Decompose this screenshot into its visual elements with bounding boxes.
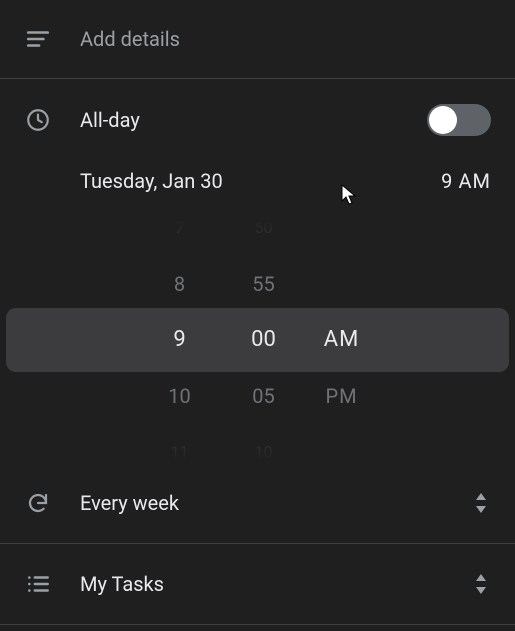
ampm-option: AM	[324, 328, 360, 352]
minute-option: 10	[255, 440, 273, 463]
unfold-icon	[471, 489, 491, 517]
minute-wheel[interactable]: 50 55 00 05 10	[234, 217, 294, 463]
ampm-wheel[interactable]: AM PM	[318, 217, 366, 463]
menu-icon	[24, 25, 52, 53]
clock-icon	[24, 106, 52, 134]
time-button[interactable]: 9 AM	[441, 169, 491, 193]
hour-option: 8	[174, 272, 185, 296]
task-list-label: My Tasks	[80, 572, 471, 596]
toggle-knob	[429, 106, 457, 134]
hour-wheel[interactable]: 7 8 9 10 11	[150, 217, 210, 463]
hour-option: 9	[173, 328, 185, 352]
details-placeholder: Add details	[80, 27, 180, 51]
all-day-label: All-day	[80, 108, 427, 132]
date-time-row: Tuesday, Jan 30 9 AM	[0, 151, 515, 211]
repeat-row[interactable]: Every week	[0, 463, 515, 543]
minute-option: 50	[255, 217, 273, 240]
minute-option: 05	[252, 384, 274, 408]
repeat-label: Every week	[80, 491, 471, 515]
all-day-row: All-day	[0, 79, 515, 151]
ampm-option: PM	[325, 384, 357, 408]
details-row[interactable]: Add details	[0, 0, 515, 78]
time-picker[interactable]: 7 8 9 10 11 50 55 00 05 10 AM PM	[0, 217, 515, 463]
unfold-icon	[471, 570, 491, 598]
date-button[interactable]: Tuesday, Jan 30	[80, 169, 223, 193]
hour-option: 7	[175, 217, 184, 240]
task-list-row[interactable]: My Tasks	[0, 544, 515, 624]
hour-option: 11	[171, 440, 189, 463]
minute-option: 55	[252, 272, 274, 296]
list-bullets-icon	[24, 570, 52, 598]
hour-option: 10	[168, 384, 190, 408]
minute-option: 00	[251, 328, 276, 352]
all-day-toggle[interactable]	[427, 104, 491, 136]
refresh-icon	[24, 489, 52, 517]
